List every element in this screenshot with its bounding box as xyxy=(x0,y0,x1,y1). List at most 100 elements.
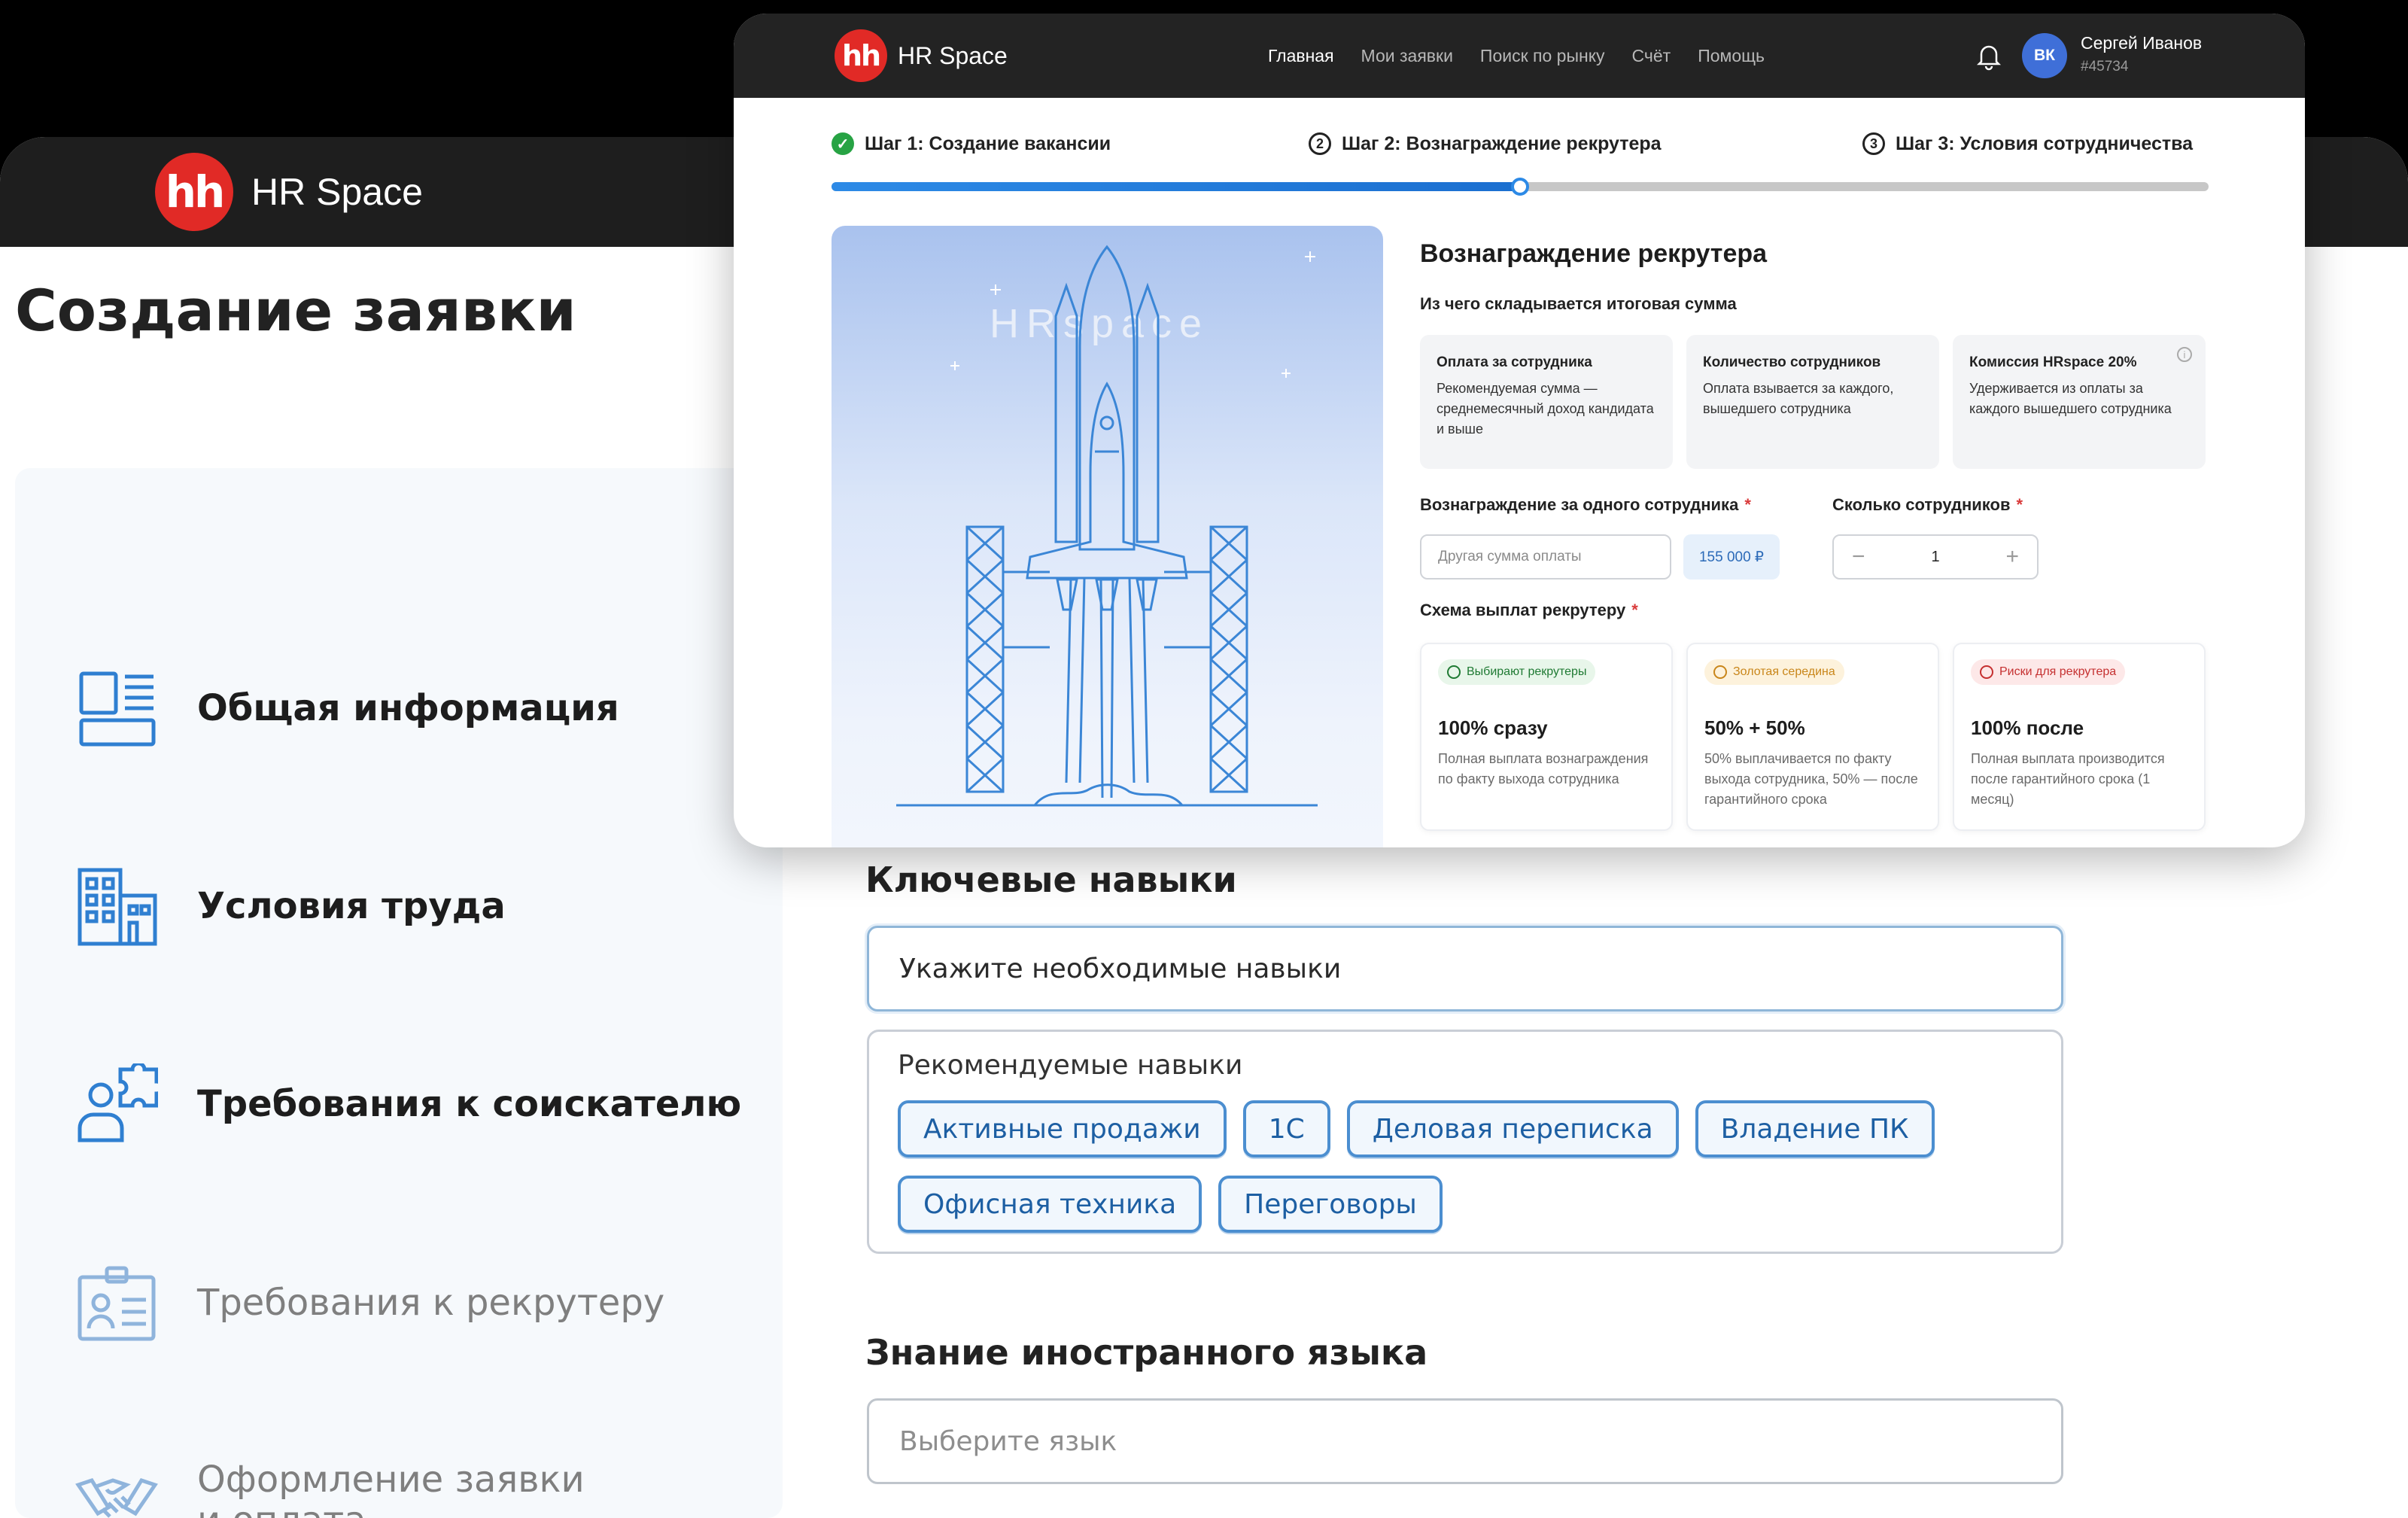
step-3[interactable]: 3 Шаг 3: Условия сотрудничества xyxy=(1862,132,2193,155)
step-label: Шаг 1: Создание вакансии xyxy=(865,132,1111,154)
user-name: Сергей Иванов xyxy=(2081,33,2203,53)
card-desc: Удерживается из оплаты за каждого вышедш… xyxy=(1969,381,2172,416)
total-breakdown: Оплата за сотрудника Рекомендуемая сумма… xyxy=(1420,335,2210,469)
info-card: Количество сотрудников Оплата взывается … xyxy=(1686,335,1939,469)
card-title: Количество сотрудников xyxy=(1703,354,1881,370)
skill-chips: Активные продажи 1С Деловая переписка Вл… xyxy=(898,1100,1951,1233)
scheme-option-card[interactable]: Выбирают рекрутеры 100% сразу Полная вып… xyxy=(1420,643,1673,831)
hh-logo[interactable]: hh xyxy=(155,153,233,231)
rocket-illustration: HRspace xyxy=(832,226,1383,847)
skills-input[interactable]: Укажите необходимые навыки xyxy=(867,926,2063,1011)
skill-chip[interactable]: Владение ПК xyxy=(1695,1100,1935,1158)
card-desc: Оплата взывается за каждого, вышедшего с… xyxy=(1703,381,1894,416)
info-card: i Комиссия HRspace 20% Удерживается из о… xyxy=(1953,335,2206,469)
nav-item-general-info[interactable]: Общая информация xyxy=(75,664,619,754)
step-1[interactable]: ✓ Шаг 1: Создание вакансии xyxy=(832,132,1111,155)
nav-label: Общая информация xyxy=(197,687,619,730)
hh-logo[interactable]: hh xyxy=(835,29,887,82)
user-puzzle-icon xyxy=(75,1060,181,1150)
reward-label: Вознаграждение за одного сотрудника * xyxy=(1420,495,1751,514)
nav-item-recruiter-requirements[interactable]: Требования к рекрутеру xyxy=(75,1258,664,1349)
scheme-option-card[interactable]: Золотая середина 50% + 50% 50% выплачива… xyxy=(1686,643,1939,831)
nav-label: Оформление заявки и оплата xyxy=(197,1459,585,1518)
amount-input[interactable]: Другая сумма оплаты xyxy=(1420,534,1671,580)
nav-label: Условия труда xyxy=(197,885,506,928)
illustration-watermark: HRspace xyxy=(990,301,1209,346)
nav-item-work-conditions[interactable]: Условия труда xyxy=(75,862,506,952)
menu-item-account[interactable]: Счёт xyxy=(1632,46,1671,66)
brand-name: HR Space xyxy=(898,41,1008,69)
card-title: Комиссия HRspace 20% xyxy=(1969,354,2137,370)
brand-name: HR Space xyxy=(251,171,423,213)
count-label: Сколько сотрудников * xyxy=(1832,495,2023,514)
skill-chip[interactable]: Офисная техника xyxy=(898,1176,1202,1233)
plus-button[interactable]: + xyxy=(2005,544,2019,570)
menu-item-help[interactable]: Помощь xyxy=(1698,46,1765,66)
scheme-desc: 50% выплачивается по факту выхода сотруд… xyxy=(1704,751,1918,807)
top-navbar: hh HR Space Главная Мои заявки Поиск по … xyxy=(734,14,2305,98)
skills-title: Ключевые навыки xyxy=(865,859,1237,900)
amount-suggestion-chip[interactable]: 155 000 ₽ xyxy=(1683,534,1780,580)
progress-rocket-icon xyxy=(1511,178,1529,196)
nav-label: Требования к соискателю xyxy=(197,1083,742,1126)
progress-fill xyxy=(832,182,1520,191)
frown-icon xyxy=(1980,665,1993,679)
bell-icon[interactable] xyxy=(1974,41,2004,71)
step-number: 3 xyxy=(1862,132,1885,155)
required-mark: * xyxy=(2016,495,2023,514)
id-card-icon xyxy=(75,1258,181,1349)
check-icon: ✓ xyxy=(832,132,854,155)
skill-chip[interactable]: 1С xyxy=(1242,1100,1330,1158)
step-label: Шаг 2: Вознаграждение рекрутера xyxy=(1342,132,1662,154)
scheme-value: 100% после xyxy=(1971,716,2084,739)
step-2[interactable]: 2 Шаг 2: Вознаграждение рекрутера xyxy=(1309,132,1662,155)
form-title: Вознаграждение рекрутера xyxy=(1420,239,1768,268)
stepper: ✓ Шаг 1: Создание вакансии 2 Шаг 2: Возн… xyxy=(832,132,2209,163)
building-icon xyxy=(75,862,181,952)
scheme-tag: Выбирают рекрутеры xyxy=(1438,659,1596,685)
required-mark: * xyxy=(1744,495,1751,514)
menu-item-my-requests[interactable]: Мои заявки xyxy=(1361,46,1453,66)
scheme-label: Схема выплат рекрутеру * xyxy=(1420,601,1638,619)
skill-chip[interactable]: Активные продажи xyxy=(898,1100,1227,1158)
scheme-value: 50% + 50% xyxy=(1704,716,1805,739)
page-title: Создание заявки xyxy=(15,277,576,344)
section-nav xyxy=(15,468,783,1518)
skill-chip[interactable]: Переговоры xyxy=(1218,1176,1443,1233)
info-icon[interactable]: i xyxy=(2177,347,2192,362)
card-title: Оплата за сотрудника xyxy=(1437,354,1592,370)
scheme-value: 100% сразу xyxy=(1438,716,1548,739)
skill-chip[interactable]: Деловая переписка xyxy=(1346,1100,1679,1158)
smile-icon xyxy=(1713,665,1727,679)
card-desc: Рекомендуемая сумма — среднемесячный дох… xyxy=(1437,381,1654,437)
scheme-desc: Полная выплата вознаграждения по факту в… xyxy=(1438,751,1649,786)
count-value[interactable]: 1 xyxy=(1931,549,1939,566)
main-menu: Главная Мои заявки Поиск по рынку Счёт П… xyxy=(1268,14,1765,98)
progress-bar xyxy=(832,178,2209,196)
document-layout-icon xyxy=(75,664,181,754)
reward-form: Вознаграждение рекрутера Из чего складыв… xyxy=(1420,226,2210,831)
user-id: #45734 xyxy=(2081,59,2129,75)
nav-item-candidate-requirements[interactable]: Требования к соискателю xyxy=(75,1060,741,1150)
language-title: Знание иностранного языка xyxy=(865,1332,1428,1373)
recommended-skills-title: Рекомендуемые навыки xyxy=(898,1050,1243,1081)
avatar[interactable]: ВК xyxy=(2022,33,2067,78)
menu-item-home[interactable]: Главная xyxy=(1268,46,1334,66)
handshake-icon xyxy=(75,1456,181,1518)
scheme-option-card[interactable]: Риски для рекрутера 100% после Полная вы… xyxy=(1953,643,2206,831)
language-select[interactable]: Выберите язык xyxy=(867,1398,2063,1484)
scheme-desc: Полная выплата производится после гарант… xyxy=(1971,751,2165,807)
required-mark: * xyxy=(1631,601,1638,619)
front-window: hh HR Space Главная Мои заявки Поиск по … xyxy=(734,14,2305,847)
scheme-tag: Риски для рекрутера xyxy=(1971,659,2126,685)
menu-item-market-search[interactable]: Поиск по рынку xyxy=(1480,46,1605,66)
recommended-skills-box: Рекомендуемые навыки Активные продажи 1С… xyxy=(867,1030,2063,1254)
form-subtitle: Из чего складывается итоговая сумма xyxy=(1420,294,1737,313)
step-number: 2 xyxy=(1309,132,1331,155)
minus-button[interactable]: − xyxy=(1852,544,1865,570)
scheme-tag: Золотая середина xyxy=(1704,659,1844,685)
payment-scheme-options: Выбирают рекрутеры 100% сразу Полная вып… xyxy=(1420,643,2206,831)
step-label: Шаг 3: Условия сотрудничества xyxy=(1896,132,2194,154)
nav-label: Требования к рекрутеру xyxy=(197,1282,665,1325)
nav-item-payment[interactable]: Оформление заявки и оплата xyxy=(75,1456,585,1518)
